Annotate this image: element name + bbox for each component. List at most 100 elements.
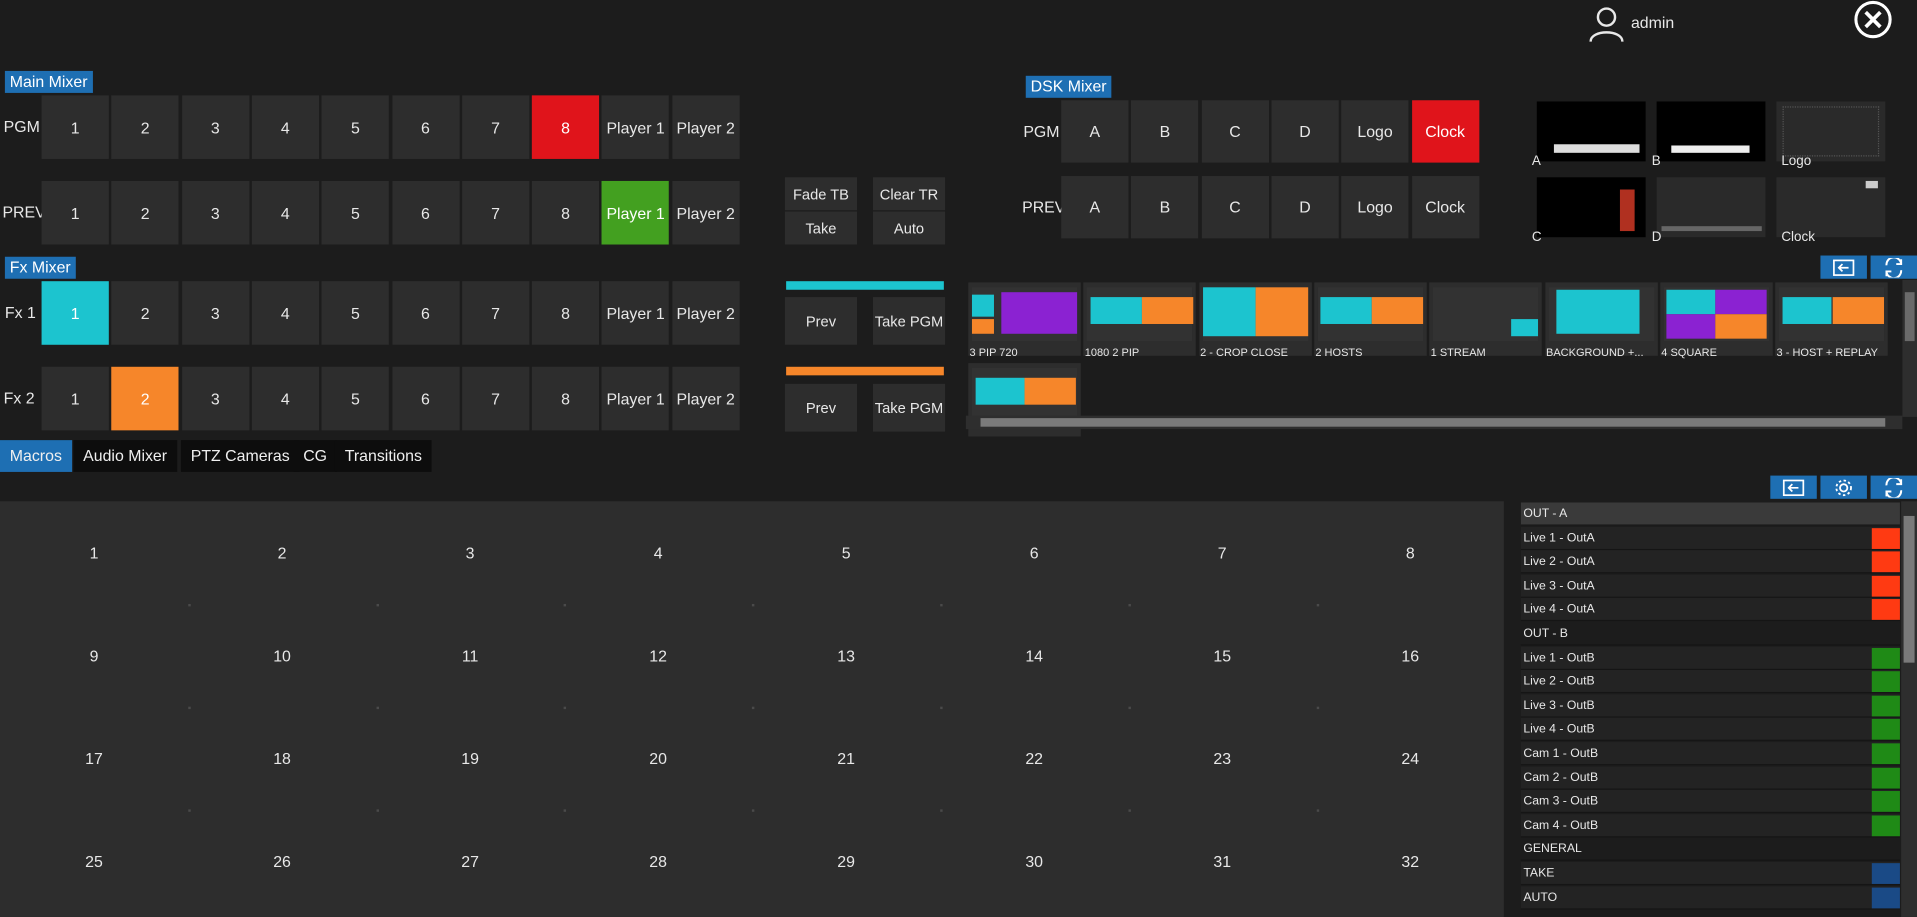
dsk-pgm-source-c[interactable]: C [1201,100,1269,163]
dsk-pgm-source-a[interactable]: A [1061,100,1129,163]
macro-button-16[interactable]: 16 [1316,604,1504,707]
fx1-take-pgm-button[interactable]: Take PGM [872,297,946,345]
fx1-source-5[interactable]: 5 [321,281,390,345]
layout-refresh-button[interactable] [1870,255,1917,279]
dsk-prev-source-b[interactable]: B [1131,176,1199,239]
fade-tb-button[interactable]: Fade TB [784,177,858,211]
dsk-prev-source-a[interactable]: A [1061,176,1129,239]
output-row[interactable]: Cam 1 - OutB [1520,742,1900,766]
macro-button-19[interactable]: 19 [376,707,564,810]
layout-thumb-4-square[interactable]: 4 SQUARE [1660,282,1773,358]
dsk-preview-a[interactable]: A [1532,101,1646,169]
fx2-source-player-2[interactable]: Player 2 [672,366,740,431]
fx2-source-8[interactable]: 8 [531,366,600,431]
tab-audio-mixer[interactable]: Audio Mixer [73,440,177,472]
main-pgm-source-7[interactable]: 7 [461,95,530,159]
macro-button-3[interactable]: 3 [376,501,564,604]
macro-button-12[interactable]: 12 [564,604,752,707]
dsk-preview-b[interactable]: B [1652,101,1766,169]
tab-cg[interactable]: CG [293,440,337,472]
macro-button-9[interactable]: 9 [0,604,188,707]
main-pgm-source-5[interactable]: 5 [321,95,390,159]
dsk-preview-c[interactable]: C [1532,177,1646,245]
macro-button-18[interactable]: 18 [188,707,376,810]
macro-button-28[interactable]: 28 [564,809,752,912]
layout-back-button[interactable] [1820,255,1867,279]
main-prev-source-4[interactable]: 4 [251,180,319,245]
fx1-source-player-1[interactable]: Player 1 [601,281,670,345]
output-row[interactable]: Live 3 - OutB [1520,694,1900,718]
output-row[interactable]: Live 3 - OutA [1520,574,1900,598]
fx1-source-1[interactable]: 1 [41,281,109,345]
tab-ptz-cameras[interactable]: PTZ Cameras [180,440,300,472]
macro-button-25[interactable]: 25 [0,809,188,912]
dsk-prev-source-c[interactable]: C [1201,176,1269,239]
tab-transitions[interactable]: Transitions [334,440,432,472]
output-row[interactable]: Live 1 - OutB [1520,646,1900,670]
output-row[interactable]: Live 2 - OutB [1520,670,1900,694]
macro-button-26[interactable]: 26 [188,809,376,912]
dsk-pgm-source-d[interactable]: D [1271,100,1339,163]
layout-vscroll[interactable] [1902,279,1917,417]
dsk-preview-clock[interactable]: Clock [1776,177,1886,245]
output-row[interactable]: Cam 4 - OutB [1520,814,1900,838]
output-row[interactable]: Cam 2 - OutB [1520,766,1900,790]
macro-button-7[interactable]: 7 [1128,501,1316,604]
main-pgm-source-2[interactable]: 2 [111,95,179,159]
layout-thumb-1080-2-pip[interactable]: 1080 2 PIP [1083,282,1197,358]
macro-button-2[interactable]: 2 [188,501,376,604]
output-vscroll[interactable] [1901,501,1917,917]
main-prev-source-3[interactable]: 3 [181,180,249,245]
output-row[interactable]: Live 4 - OutB [1520,718,1900,742]
fx2-source-4[interactable]: 4 [251,366,319,431]
fx1-prev-button[interactable]: Prev [784,297,858,345]
main-pgm-source-3[interactable]: 3 [181,95,249,159]
macro-button-24[interactable]: 24 [1316,707,1504,810]
main-prev-source-5[interactable]: 5 [321,180,390,245]
fx2-source-2[interactable]: 2 [111,366,179,431]
fx2-source-player-1[interactable]: Player 1 [601,366,670,431]
output-row[interactable]: AUTO [1520,885,1900,910]
fx1-source-3[interactable]: 3 [181,281,249,345]
fx1-source-8[interactable]: 8 [531,281,600,345]
macro-button-5[interactable]: 5 [752,501,940,604]
macro-button-30[interactable]: 30 [940,809,1128,912]
macro-button-22[interactable]: 22 [940,707,1128,810]
user-avatar-icon[interactable] [1587,4,1626,43]
layout-thumb-1-stream[interactable]: 1 STREAM [1429,282,1542,358]
fx1-source-7[interactable]: 7 [461,281,530,345]
output-row[interactable]: Live 1 - OutA [1520,526,1900,550]
layout-thumb-2-crop-close[interactable]: 2 - CROP CLOSE [1198,282,1312,358]
output-row[interactable]: TAKE [1520,861,1900,886]
layout-hscroll[interactable] [965,415,1903,430]
macro-button-1[interactable]: 1 [0,501,188,604]
macro-button-13[interactable]: 13 [752,604,940,707]
fx1-source-6[interactable]: 6 [391,281,460,345]
dsk-preview-d[interactable]: D [1652,177,1766,245]
fx1-source-2[interactable]: 2 [111,281,179,345]
layout-thumb-3-pip-720[interactable]: 3 PIP 720 [968,282,1081,358]
main-prev-source-6[interactable]: 6 [391,180,460,245]
macro-button-29[interactable]: 29 [752,809,940,912]
macro-button-32[interactable]: 32 [1316,809,1504,912]
dsk-pgm-source-logo[interactable]: Logo [1341,100,1409,163]
main-pgm-source-6[interactable]: 6 [391,95,460,159]
fx2-source-7[interactable]: 7 [461,366,530,431]
main-pgm-source-4[interactable]: 4 [251,95,319,159]
fx2-take-pgm-button[interactable]: Take PGM [872,383,946,432]
fx2-source-6[interactable]: 6 [391,366,460,431]
auto-button[interactable]: Auto [872,211,946,245]
fx1-source-player-2[interactable]: Player 2 [672,281,740,345]
output-settings-button[interactable] [1820,475,1867,499]
dsk-pgm-source-clock[interactable]: Clock [1411,100,1479,163]
layout-thumb-3-host-replay[interactable]: 3 - HOST + REPLAY [1775,282,1888,358]
output-row[interactable]: Live 4 - OutA [1520,598,1900,622]
dsk-prev-source-clock[interactable]: Clock [1411,176,1479,239]
macro-button-31[interactable]: 31 [1128,809,1316,912]
output-row[interactable]: Live 2 - OutA [1520,550,1900,574]
macro-button-14[interactable]: 14 [940,604,1128,707]
close-icon[interactable] [1852,0,1894,42]
main-pgm-source-player-2[interactable]: Player 2 [672,95,740,159]
fx2-source-1[interactable]: 1 [41,366,109,431]
macro-button-15[interactable]: 15 [1128,604,1316,707]
